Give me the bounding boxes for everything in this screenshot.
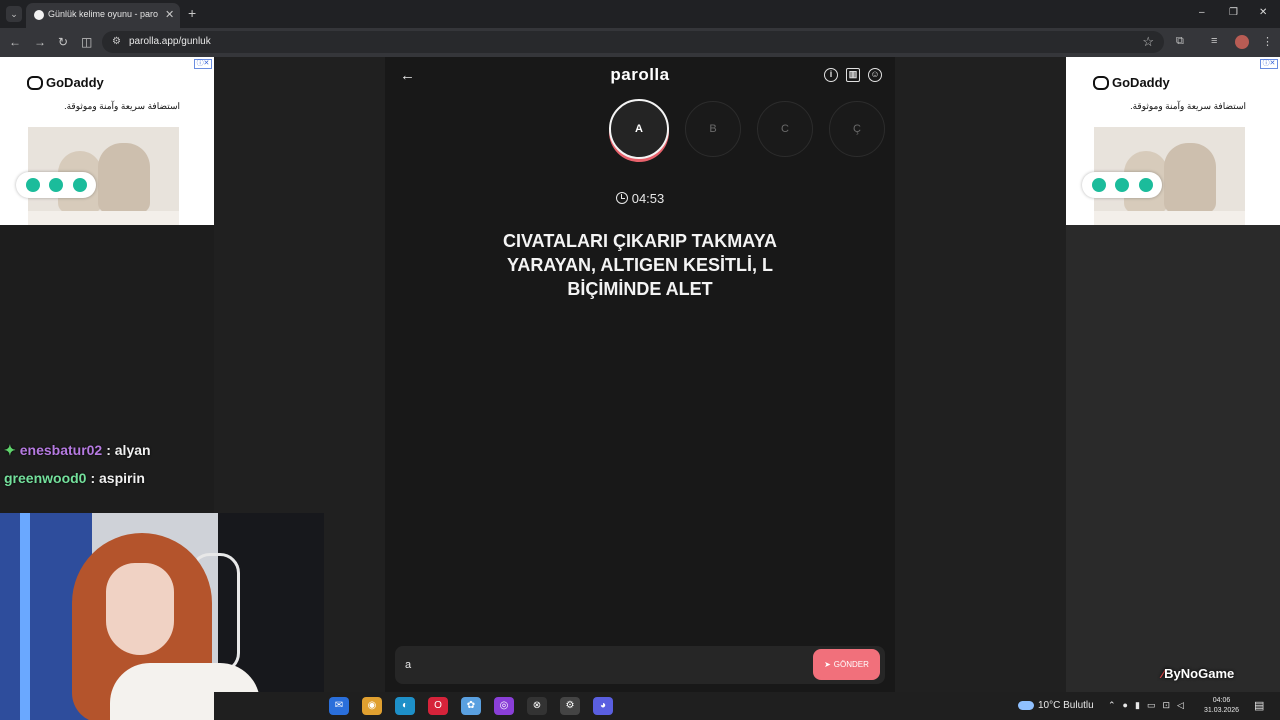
ad-feature-icon (1091, 178, 1106, 192)
clock-time: 04:06 (1212, 697, 1231, 704)
ad-feature-icon (1115, 178, 1129, 192)
ad-icon-pill (16, 172, 96, 198)
letter-track: A B C Ç (609, 99, 885, 159)
address-bar[interactable]: ⚙ parolla.app/gunluk ☆ (102, 31, 1164, 53)
chat-username: enesbatur02 (19, 442, 103, 458)
ad-banner-left[interactable]: GoDaddy استضافة سريعة وآمنة وموثوقة. ⓘ✕ (0, 57, 214, 225)
letter-circle: C (757, 101, 813, 157)
microphone-icon[interactable]: ▮ (1135, 700, 1140, 711)
stream-chat: ✦ enesbatur02 : alyan greenwood0 : aspir… (4, 436, 151, 492)
copilot-app-icon[interactable]: ✿ (461, 697, 481, 715)
bookmark-star-icon[interactable]: ☆ (1142, 34, 1154, 50)
recorder-app-icon[interactable]: ⊗ (527, 697, 547, 715)
godaddy-logo-icon (1093, 75, 1109, 90)
site-info-icon[interactable]: ⚙ (112, 36, 121, 47)
weather-text: 10°C Bulutlu (1038, 700, 1094, 711)
webcam-overlay (0, 513, 324, 720)
chrome-app-icon[interactable]: ◉ (362, 697, 382, 715)
minimize-button[interactable]: – (1199, 7, 1205, 18)
maximize-button[interactable]: ❐ (1229, 7, 1238, 18)
menu-icon[interactable]: ⋮ (1262, 35, 1273, 48)
url-text[interactable]: parolla.app/gunluk (129, 36, 211, 47)
taskbar-apps: ✉ ◉ ◐ O ✿ ◎ ⊗ ⚙ ◕ (329, 697, 613, 715)
letter-circle: B (685, 101, 741, 157)
stream-brand-logo: ⁄ByNoGame (1162, 666, 1235, 681)
info-icon[interactable]: i (824, 68, 838, 82)
tab-close-icon[interactable]: ✕ (165, 8, 174, 21)
chat-text: : aspirin (90, 470, 145, 486)
stats-icon[interactable]: ▥ (846, 68, 860, 82)
system-tray: ⌃ ● ▮ ▭ ⊡ ◁ (1108, 700, 1184, 711)
ad-feature-icon (49, 178, 63, 192)
tray-record-icon[interactable]: ● (1123, 700, 1128, 711)
extensions-icon[interactable]: ⧉ (1176, 35, 1184, 48)
os-taskbar: ✉ ◉ ◐ O ✿ ◎ ⊗ ⚙ ◕ 10°C Bulutlu ⌃ ● ▮ ▭ ⊡… (214, 692, 1280, 720)
clock-date: 31.03.2026 (1204, 707, 1240, 714)
ad-tagline: استضافة سريعة وآمنة وموثوقة. (1130, 101, 1246, 111)
header-actions: i ▥ ☺ (824, 68, 882, 82)
browser-tab-bar: ⌄ Günlük kelime oyunu - parolla ✕ + – ❐ … (0, 0, 1280, 28)
godaddy-logo-icon (27, 75, 43, 90)
ad-tagline: استضافة سريعة وآمنة وموثوقة. (64, 101, 180, 111)
reload-icon[interactable]: ↻ (58, 35, 68, 49)
taskbar-clock[interactable]: 04:06 31.03.2026 (1204, 696, 1239, 716)
opera-app-icon[interactable]: O (428, 697, 448, 715)
back-icon[interactable]: ← (9, 35, 21, 49)
obs-app-icon[interactable]: ◎ (494, 697, 514, 715)
browser-tab[interactable]: Günlük kelime oyunu - parolla ✕ (26, 3, 180, 28)
page-title: parolla (610, 65, 670, 84)
chat-message: greenwood0 : aspirin (4, 464, 151, 492)
game-panel: ← parolla i ▥ ☺ A B C Ç 04:53 CIVATALARI… (385, 57, 895, 692)
ad-icon-pill (1082, 172, 1162, 198)
adchoices-icon[interactable]: ⓘ✕ (1260, 59, 1278, 69)
ad-feature-icon (1138, 178, 1153, 192)
volume-icon[interactable]: ◁ (1177, 700, 1184, 711)
ad-feature-icon (72, 178, 87, 192)
weather-widget[interactable]: 10°C Bulutlu (1018, 700, 1094, 711)
ad-logo: GoDaddy (27, 75, 104, 90)
profile-avatar[interactable] (1235, 35, 1249, 49)
timer-value: 04:53 (631, 191, 665, 206)
mail-app-icon[interactable]: ✉ (329, 697, 349, 715)
send-icon: ➤ (824, 660, 831, 669)
edge-app-icon[interactable]: ◐ (395, 697, 415, 715)
display-icon[interactable]: ▭ (1147, 700, 1156, 711)
tab-list-button[interactable]: ⌄ (6, 6, 22, 22)
question-text: CIVATALARI ÇIKARIP TAKMAYA YARAYAN, ALTI… (502, 231, 778, 299)
chat-text: : alyan (106, 442, 151, 458)
notification-icon[interactable]: ▤ (1254, 699, 1264, 712)
timer: 04:53 (385, 191, 895, 206)
tab-title: Günlük kelime oyunu - parolla (48, 9, 158, 19)
forward-icon[interactable]: → (34, 35, 46, 49)
page-margin-right (895, 57, 1066, 720)
cloud-icon (1018, 701, 1034, 710)
new-tab-button[interactable]: + (188, 5, 196, 21)
ad-feature-icon (25, 178, 40, 192)
settings-app-icon[interactable]: ⚙ (560, 697, 580, 715)
discord-app-icon[interactable]: ◕ (593, 697, 613, 715)
network-icon[interactable]: ⊡ (1162, 700, 1170, 711)
answer-input[interactable] (405, 656, 795, 674)
letter-circle-active: A (609, 99, 669, 159)
ad-banner-right[interactable]: GoDaddy استضافة سريعة وآمنة وموثوقة. ⓘ✕ (1066, 57, 1280, 225)
tray-chevron-icon[interactable]: ⌃ (1108, 700, 1116, 711)
adchoices-icon[interactable]: ⓘ✕ (194, 59, 212, 69)
letter-circle: Ç (829, 101, 885, 157)
chat-username: greenwood0 (4, 470, 87, 486)
browser-toolbar: ← → ↻ ◫ ⚙ parolla.app/gunluk ☆ ⧉ ≡ ⋮ (0, 28, 1280, 57)
answer-bar: ➤ GÖNDER (395, 646, 885, 684)
chat-message: ✦ enesbatur02 : alyan (4, 436, 151, 464)
send-button[interactable]: ➤ GÖNDER (813, 649, 880, 680)
split-view-icon[interactable]: ◫ (81, 35, 92, 49)
send-label: GÖNDER (833, 660, 869, 669)
sparkle-icon: ✦ (4, 441, 16, 458)
close-window-button[interactable]: ✕ (1259, 7, 1267, 18)
clock-icon (615, 192, 628, 204)
favicon-icon (34, 10, 44, 20)
reading-list-icon[interactable]: ≡ (1211, 35, 1217, 47)
account-icon[interactable]: ☺ (868, 68, 882, 82)
ad-logo: GoDaddy (1093, 75, 1170, 90)
